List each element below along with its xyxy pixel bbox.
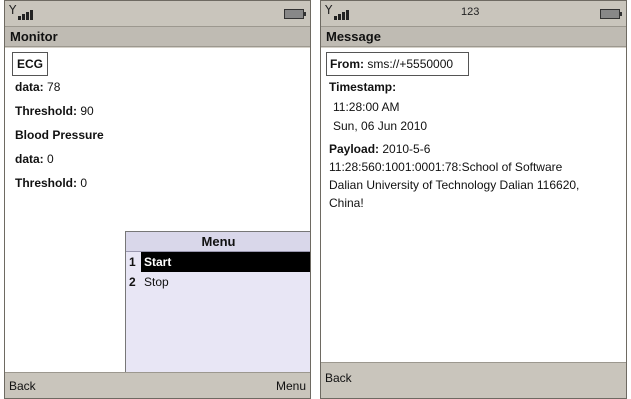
- payload-line-4: China!: [329, 196, 364, 210]
- status-count: 123: [461, 6, 480, 18]
- payload-line-1: Payload: 2010-5-6: [329, 142, 431, 156]
- payload-line-3: Dalian University of Technology Dalian 1…: [329, 178, 580, 192]
- menu-item-stop[interactable]: 2 Stop: [126, 272, 310, 292]
- ecg-threshold-value: 90: [80, 104, 94, 118]
- screen-title: Message: [321, 27, 626, 47]
- status-bar: Y: [5, 1, 310, 27]
- ecg-data-value: 78: [47, 80, 61, 94]
- message-screen: Y 123 Message From: sms://+5550000 Times…: [320, 0, 627, 399]
- ecg-data-label: data:: [15, 80, 44, 94]
- ecg-heading: ECG: [12, 52, 49, 76]
- battery-icon: [600, 9, 622, 19]
- menu-item-number: 2: [129, 275, 136, 289]
- monitor-screen: Y Monitor ECG data: 78 Threshold: 90 Blo…: [4, 0, 311, 399]
- status-bar: Y 123: [321, 1, 626, 27]
- menu-item-label: Stop: [144, 275, 169, 289]
- back-softkey[interactable]: Back: [325, 363, 352, 393]
- timestamp-date: Sun, 06 Jun 2010: [333, 119, 428, 133]
- from-label: From:: [330, 57, 364, 71]
- menu-item-start[interactable]: 1 Start: [126, 252, 310, 272]
- menu-title: Menu: [126, 232, 310, 252]
- bp-data: data: 0: [15, 152, 54, 166]
- bp-heading: Blood Pressure: [15, 128, 104, 142]
- softkey-bar: Back: [321, 362, 626, 398]
- bp-data-value: 0: [47, 152, 54, 166]
- message-content: From: sms://+5550000 Timestamp: 11:28:00…: [321, 48, 626, 364]
- payload-label: Payload:: [329, 142, 380, 156]
- menu-item-label: Start: [141, 252, 310, 272]
- timestamp-time: 11:28:00 AM: [333, 100, 400, 114]
- ecg-data: data: 78: [15, 80, 60, 94]
- from-field[interactable]: From: sms://+5550000: [326, 52, 469, 76]
- signal-icon: Y: [9, 3, 37, 20]
- ecg-threshold-label: Threshold:: [15, 104, 77, 118]
- menu-item-number: 1: [129, 255, 136, 269]
- payload-line-2: 11:28:560:1001:0001:78:School of Softwar…: [329, 160, 563, 174]
- timestamp-label: Timestamp:: [329, 80, 397, 94]
- signal-icon: Y: [325, 3, 353, 20]
- ecg-threshold: Threshold: 90: [15, 104, 94, 118]
- bp-data-label: data:: [15, 152, 44, 166]
- back-softkey[interactable]: Back: [9, 373, 36, 398]
- bp-threshold-label: Threshold:: [15, 176, 77, 190]
- menu-softkey[interactable]: Menu: [276, 373, 306, 398]
- softkey-bar: Back Menu: [5, 372, 310, 398]
- bp-threshold-value: 0: [80, 176, 88, 190]
- options-menu[interactable]: Menu 1 Start 2 Stop: [125, 231, 310, 376]
- bp-threshold: Threshold: 0: [15, 176, 87, 190]
- screen-title: Monitor: [5, 27, 310, 47]
- battery-icon: [284, 9, 306, 19]
- from-value: sms://+5550000: [367, 57, 454, 71]
